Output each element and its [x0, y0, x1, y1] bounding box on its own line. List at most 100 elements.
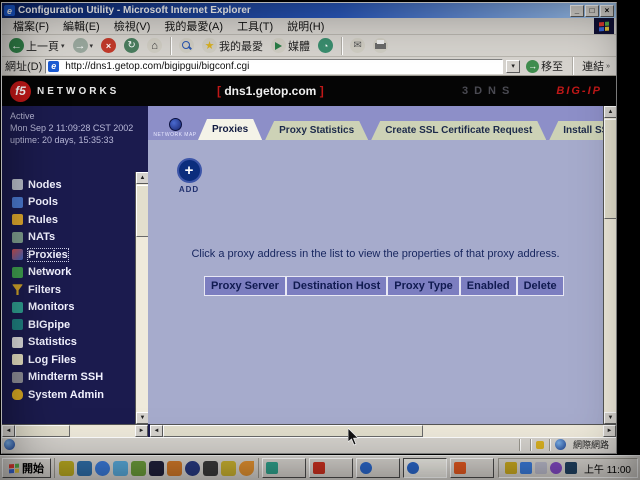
sidebar-item-log-files[interactable]: Log Files [12, 351, 104, 369]
title-bar[interactable]: e Configuration Utility - Microsoft Inte… [2, 3, 616, 18]
tab-proxy-statistics[interactable]: Proxy Statistics [265, 121, 368, 140]
scroll-right-icon[interactable]: ► [603, 425, 616, 437]
sidebar-item-mindterm-ssh[interactable]: Mindterm SSH [12, 369, 104, 387]
taskbar-window-button[interactable] [356, 458, 400, 478]
forward-button[interactable]: → ▾ [70, 36, 97, 55]
network-map-button[interactable]: NETWORK MAP [152, 110, 198, 140]
taskbar-window-button[interactable] [450, 458, 494, 478]
tab-create-ssl-certificate-request[interactable]: Create SSL Certificate Request [371, 121, 546, 140]
links-label: 連結 [582, 58, 604, 74]
print-button[interactable] [370, 36, 391, 55]
quicklaunch-icon[interactable] [113, 461, 128, 476]
quicklaunch-icon[interactable] [95, 461, 110, 476]
windows-logo-icon [594, 18, 614, 34]
sidebar-item-nodes[interactable]: Nodes [12, 176, 104, 194]
search-button[interactable] [176, 36, 197, 55]
scroll-down-icon[interactable]: ▼ [604, 412, 616, 424]
taskbar-window-button[interactable] [309, 458, 353, 478]
toolbar-separator [341, 37, 342, 55]
favorites-button[interactable]: 我的最愛 [199, 36, 266, 55]
menu-edit[interactable]: 編輯(E) [56, 18, 107, 34]
sidebar-horizontal-scrollbar[interactable]: ◄ ► [2, 424, 148, 437]
app-icon [360, 462, 372, 474]
sidebar-hscroll-thumb[interactable] [15, 425, 70, 437]
sidebar-item-nats[interactable]: NATs [12, 229, 104, 247]
main-vertical-scrollbar[interactable]: ▲ ▼ [603, 106, 616, 424]
bigpipe-icon [12, 319, 23, 330]
sidebar-vertical-scrollbar[interactable]: ▲ ▼ [135, 172, 148, 424]
history-button[interactable]: ◔ [315, 36, 336, 55]
forward-dropdown-icon[interactable]: ▾ [90, 42, 94, 50]
tray-icon[interactable] [565, 462, 577, 474]
taskbar-window-button-active[interactable] [403, 458, 447, 478]
sidebar-item-statistics[interactable]: Statistics [12, 334, 104, 352]
tray-icon[interactable] [550, 462, 562, 474]
home-button[interactable]: ⌂ [144, 36, 165, 55]
favorites-star-icon [202, 38, 217, 53]
address-dropdown-icon[interactable]: ▾ [506, 60, 520, 73]
links-chevron-icon: » [606, 63, 610, 70]
taskbar-window-button[interactable] [262, 458, 306, 478]
back-dropdown-icon[interactable]: ▾ [61, 42, 65, 50]
quicklaunch-icon[interactable] [149, 461, 164, 476]
go-button[interactable]: → 移至 [523, 57, 566, 76]
column-enabled[interactable]: Enabled [460, 276, 517, 296]
sidebar-item-system-admin[interactable]: System Admin [12, 386, 104, 404]
address-input[interactable]: e http://dns1.getop.com/bigipgui/bigconf… [45, 59, 503, 74]
quicklaunch-icon[interactable] [185, 461, 200, 476]
tray-icon[interactable] [505, 462, 517, 474]
scroll-left-icon[interactable]: ◄ [150, 425, 163, 437]
column-proxy-server[interactable]: Proxy Server [204, 276, 286, 296]
main-scroll-thumb[interactable] [604, 119, 616, 219]
quicklaunch-icon[interactable] [59, 461, 74, 476]
quicklaunch-icon[interactable] [239, 461, 254, 476]
main-horizontal-scrollbar[interactable]: ◄ ► [150, 424, 616, 437]
menu-help[interactable]: 說明(H) [280, 18, 331, 34]
stop-button[interactable]: × [98, 36, 119, 55]
status-zone: 網際網路 [549, 439, 614, 451]
scroll-right-icon[interactable]: ► [135, 425, 148, 437]
back-button[interactable]: ← 上一頁 ▾ [6, 36, 68, 55]
refresh-icon: ↻ [124, 38, 139, 53]
sidebar-item-bigpipe[interactable]: BIGpipe [12, 316, 104, 334]
quicklaunch-icon[interactable] [221, 461, 236, 476]
home-icon: ⌂ [147, 38, 162, 53]
links-button[interactable]: 連結 » [579, 57, 613, 76]
column-destination-host[interactable]: Destination Host [286, 276, 387, 296]
close-button[interactable]: × [600, 5, 614, 17]
menu-favorites[interactable]: 我的最愛(A) [157, 18, 230, 34]
mail-button[interactable]: ✉ [347, 36, 368, 55]
scroll-left-icon[interactable]: ◄ [2, 425, 15, 437]
sidebar-item-rules[interactable]: Rules [12, 211, 104, 229]
column-delete[interactable]: Delete [517, 276, 564, 296]
sidebar-item-filters[interactable]: Filters [12, 281, 104, 299]
start-button[interactable]: 開始 [2, 458, 51, 478]
bigip-wordmark: BIG-IP [556, 85, 602, 97]
media-button[interactable]: 媒體 [268, 36, 313, 55]
sidebar-item-pools[interactable]: Pools [12, 194, 104, 212]
url-text: http://dns1.getop.com/bigipgui/bigconf.c… [65, 61, 249, 72]
quicklaunch-icon[interactable] [167, 461, 182, 476]
hostname-banner: [ dns1.getop.com ] [217, 84, 324, 98]
column-proxy-type[interactable]: Proxy Type [387, 276, 460, 296]
sidebar-item-monitors[interactable]: Monitors [12, 299, 104, 317]
add-proxy-button[interactable]: + ADD [166, 158, 212, 194]
quicklaunch-icon[interactable] [203, 461, 218, 476]
menu-view[interactable]: 檢視(V) [107, 18, 158, 34]
refresh-button[interactable]: ↻ [121, 36, 142, 55]
menu-tools[interactable]: 工具(T) [230, 18, 280, 34]
restore-button[interactable]: □ [585, 5, 599, 17]
sidebar-item-network[interactable]: Network [12, 264, 104, 282]
quicklaunch-icon[interactable] [131, 461, 146, 476]
main-hscroll-thumb[interactable] [163, 425, 423, 437]
tray-icon[interactable] [520, 462, 532, 474]
status-bar: 網際網路 [2, 437, 616, 451]
quicklaunch-icon[interactable] [77, 461, 92, 476]
tab-proxies[interactable]: Proxies [198, 119, 262, 140]
minimize-button[interactable]: _ [570, 5, 584, 17]
sidebar-item-proxies[interactable]: Proxies [12, 246, 104, 264]
app-icon [313, 462, 325, 474]
tray-icon[interactable] [535, 462, 547, 474]
menu-file[interactable]: 檔案(F) [6, 18, 56, 34]
scroll-up-icon[interactable]: ▲ [604, 106, 616, 118]
